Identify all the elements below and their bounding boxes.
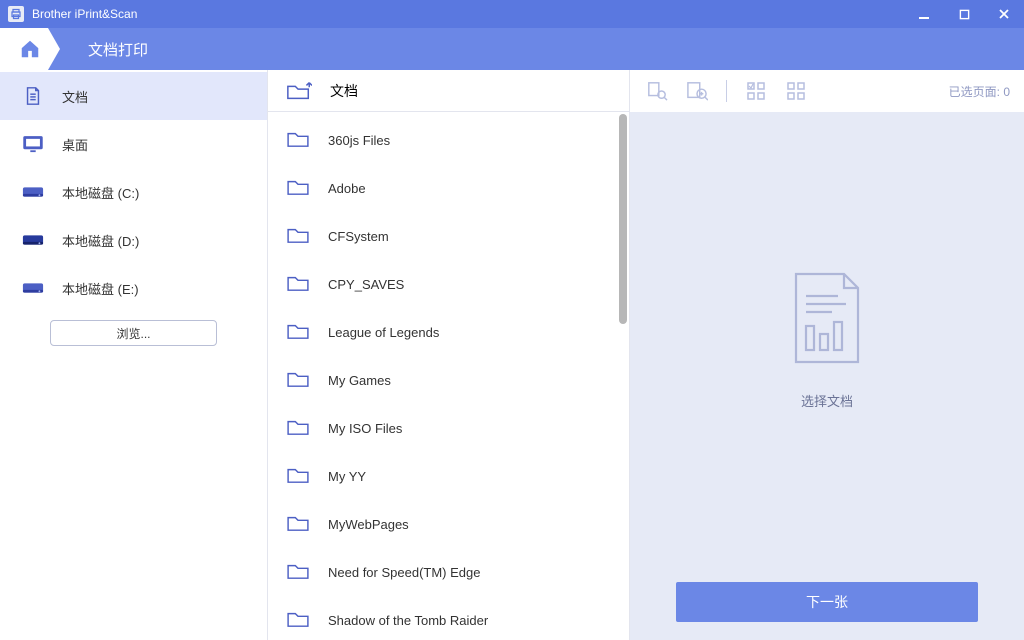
breadcrumb-label: 文档 <box>330 81 358 101</box>
app-icon <box>8 6 24 22</box>
sidebar: 文档 桌面 本地磁盘 (C:) 本地磁盘 (D:) <box>0 70 268 640</box>
folder-icon <box>286 178 310 198</box>
sidebar-item-documents[interactable]: 文档 <box>0 72 267 120</box>
folder-icon <box>286 370 310 390</box>
preview-toolbar: 已选页面: 0 <box>630 70 1024 112</box>
file-item[interactable]: Shadow of the Tomb Raider <box>268 596 629 640</box>
folder-icon <box>286 322 310 342</box>
file-item[interactable]: MyWebPages <box>268 500 629 548</box>
folder-icon <box>286 130 310 150</box>
selected-page-count: 已选页面: 0 <box>949 83 1010 100</box>
home-button[interactable] <box>0 28 60 70</box>
file-item[interactable]: My YY <box>268 452 629 500</box>
file-item[interactable]: Need for Speed(TM) Edge <box>268 548 629 596</box>
drive-icon <box>22 279 44 297</box>
file-item[interactable]: Adobe <box>268 164 629 212</box>
view-grid-large-button[interactable] <box>783 78 809 104</box>
file-item-label: CPY_SAVES <box>328 277 404 292</box>
drive-icon <box>22 231 44 249</box>
file-item-label: CFSystem <box>328 229 389 244</box>
sidebar-item-label: 本地磁盘 (D:) <box>62 231 139 250</box>
file-item-label: League of Legends <box>328 325 439 340</box>
file-item[interactable]: CPY_SAVES <box>268 260 629 308</box>
titlebar: Brother iPrint&Scan <box>0 0 1024 28</box>
sidebar-item-label: 本地磁盘 (E:) <box>62 279 139 298</box>
file-list: 360js Files Adobe CFSystem CPY_SAVES League … <box>268 112 629 640</box>
file-item-label: My YY <box>328 469 366 484</box>
zoom-in-button[interactable] <box>684 78 710 104</box>
file-item-label: 360js Files <box>328 133 390 148</box>
sidebar-item-drive-e[interactable]: 本地磁盘 (E:) <box>0 264 267 312</box>
document-icon <box>22 87 44 105</box>
file-item[interactable]: League of Legends <box>268 308 629 356</box>
sidebar-item-desktop[interactable]: 桌面 <box>0 120 267 168</box>
folder-icon <box>286 610 310 630</box>
ribbon: 文档打印 <box>0 28 1024 70</box>
scrollbar-thumb[interactable] <box>619 114 627 324</box>
sidebar-item-label: 本地磁盘 (C:) <box>62 183 139 202</box>
drive-icon <box>22 183 44 201</box>
close-button[interactable] <box>984 0 1024 28</box>
file-item-label: Adobe <box>328 181 366 196</box>
home-icon <box>19 38 41 60</box>
fit-page-button[interactable] <box>644 78 670 104</box>
window-buttons <box>904 0 1024 28</box>
folder-icon <box>286 274 310 294</box>
main-area: 文档 桌面 本地磁盘 (C:) 本地磁盘 (D:) <box>0 70 1024 640</box>
section-title: 文档打印 <box>88 39 148 60</box>
document-placeholder-icon <box>788 270 866 371</box>
file-item-label: My Games <box>328 373 391 388</box>
monitor-icon <box>22 135 44 153</box>
file-item[interactable]: My ISO Files <box>268 404 629 452</box>
preview-body: 选择文档 <box>630 112 1024 568</box>
sidebar-item-drive-c[interactable]: 本地磁盘 (C:) <box>0 168 267 216</box>
folder-icon <box>286 466 310 486</box>
folder-icon <box>286 418 310 438</box>
breadcrumb[interactable]: 文档 <box>268 70 629 112</box>
folder-icon <box>286 562 310 582</box>
folder-icon <box>286 226 310 246</box>
browse-button[interactable]: 浏览... <box>50 320 217 346</box>
minimize-button[interactable] <box>904 0 944 28</box>
file-item-label: Shadow of the Tomb Raider <box>328 613 488 628</box>
sidebar-item-drive-d[interactable]: 本地磁盘 (D:) <box>0 216 267 264</box>
file-item-label: MyWebPages <box>328 517 409 532</box>
placeholder-label: 选择文档 <box>801 391 853 410</box>
view-grid-small-button[interactable] <box>743 78 769 104</box>
file-item[interactable]: CFSystem <box>268 212 629 260</box>
file-item-label: Need for Speed(TM) Edge <box>328 565 480 580</box>
maximize-button[interactable] <box>944 0 984 28</box>
preview-pane: 已选页面: 0 选择文档 下一张 <box>630 70 1024 640</box>
folder-icon <box>286 514 310 534</box>
app-title: Brother iPrint&Scan <box>32 7 904 21</box>
file-column: 文档 360js Files Adobe CFSystem CPY_SAVES Leag… <box>268 70 630 640</box>
next-button[interactable]: 下一张 <box>676 582 978 622</box>
file-item[interactable]: My Games <box>268 356 629 404</box>
sidebar-item-label: 文档 <box>62 87 88 106</box>
toolbar-separator <box>726 80 727 102</box>
file-item-label: My ISO Files <box>328 421 402 436</box>
sidebar-item-label: 桌面 <box>62 135 88 154</box>
folder-up-icon <box>286 81 312 101</box>
file-item[interactable]: 360js Files <box>268 116 629 164</box>
